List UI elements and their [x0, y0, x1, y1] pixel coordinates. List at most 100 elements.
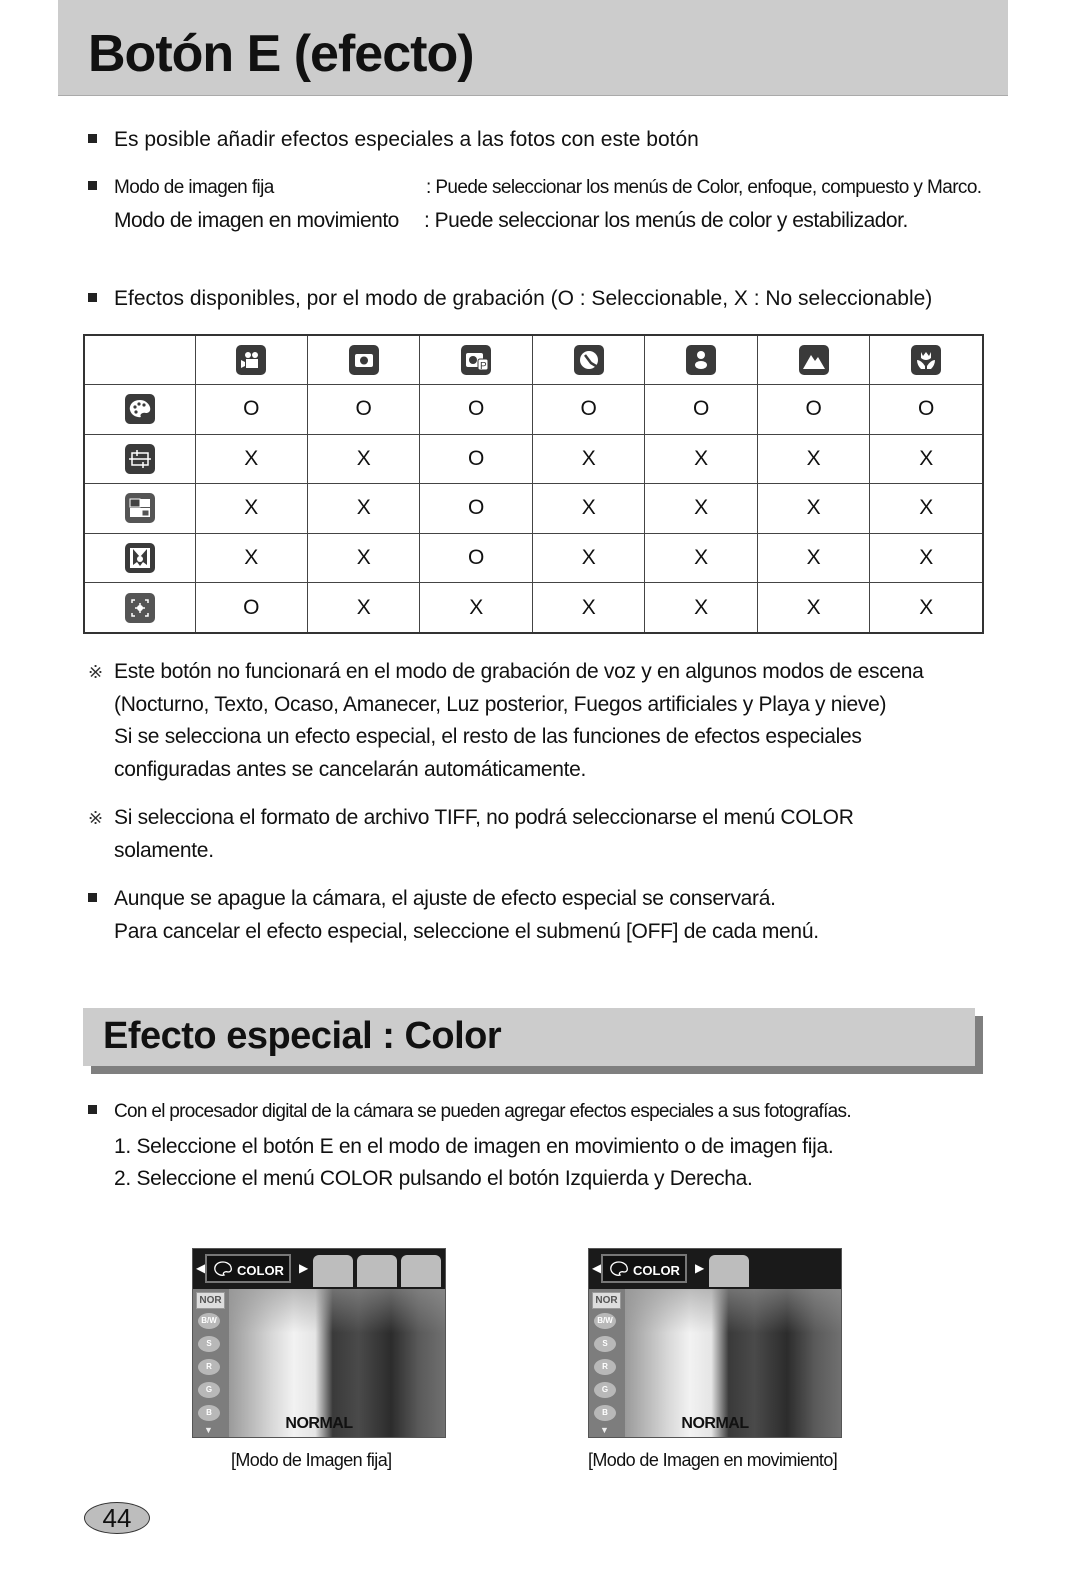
mode-desc: : Puede seleccionar los menús de Color, …: [426, 177, 982, 198]
color-palette-icon: [610, 1261, 628, 1276]
bullet-icon: [88, 181, 97, 191]
table-cell: O: [194, 384, 308, 435]
mode-label: Modo de imagen en movimiento: [114, 209, 399, 232]
table-cell: X: [306, 532, 421, 584]
table-cell: X: [756, 433, 871, 485]
table-cell: X: [531, 433, 646, 485]
table-intro: Efectos disponibles, por el modo de grab…: [88, 287, 932, 310]
table-row: X X O X X X X: [83, 532, 984, 584]
option-red: R: [594, 1359, 616, 1375]
menu-bar: ◀ COLOR ▶: [589, 1249, 841, 1289]
table-row: X X O X X X X: [83, 483, 984, 534]
caption-still: [Modo de Imagen fija]: [231, 1450, 392, 1470]
table-cell: X: [869, 433, 984, 485]
table-cell: X: [756, 582, 871, 634]
page-number: 44: [84, 1502, 150, 1534]
table-cell: X: [306, 433, 421, 485]
step-2: 2. Seleccione el menú COLOR pulsando el …: [114, 1167, 753, 1190]
composite-icon: [357, 1255, 397, 1287]
mode-label: Modo de imagen fija: [114, 177, 274, 198]
option-bw: B/W: [198, 1313, 220, 1329]
option-sepia: S: [198, 1336, 220, 1352]
left-arrow-icon: ◀: [196, 1261, 206, 1275]
landscape-icon: [798, 345, 829, 375]
movie-mode-icon: [236, 345, 267, 375]
table-cell: X: [531, 483, 646, 534]
bullet-icon: [88, 292, 97, 302]
table-cell: O: [419, 483, 533, 534]
table-cell: O: [869, 384, 984, 435]
table-cell: X: [194, 433, 308, 485]
color-tab: COLOR: [205, 1254, 291, 1283]
table-cell: X: [644, 532, 758, 584]
table-row: X X O X X X X: [83, 433, 984, 485]
table-header-row: P: [83, 334, 984, 385]
option-sepia: S: [594, 1336, 616, 1352]
camera-screen-movie: ◀ COLOR ▶ NOR B/W S R G B ▼ NORMAL: [588, 1248, 842, 1438]
mode-desc: : Puede seleccionar los menús de color y…: [424, 209, 908, 232]
table-cell: O: [644, 384, 758, 435]
table-cell: X: [194, 532, 308, 584]
status-label: NORMAL: [285, 1415, 353, 1432]
left-arrow-icon: ◀: [592, 1261, 602, 1275]
table-cell: O: [531, 384, 646, 435]
table-cell: X: [531, 532, 646, 584]
caption-movie: [Modo de Imagen en movimiento]: [588, 1450, 838, 1470]
table-cell: X: [306, 483, 421, 534]
night-scene-icon: [573, 345, 604, 375]
note-keep-setting: Aunque se apague la cámara, el ajuste de…: [88, 883, 819, 948]
section-header: Efecto especial : Color: [83, 1008, 975, 1066]
section-intro: Con el procesador digital de la cámara s…: [88, 1101, 852, 1123]
table-cell: X: [756, 532, 871, 584]
bullet-icon: [88, 1105, 97, 1115]
right-arrow-icon: ▶: [299, 1261, 309, 1275]
option-green: G: [594, 1382, 616, 1398]
table-row: O X X X X X X: [83, 582, 984, 634]
intro-text: Es posible añadir efectos especiales a l…: [88, 128, 699, 151]
table-cell: O: [419, 532, 533, 584]
option-bw: B/W: [594, 1313, 616, 1329]
svg-text:P: P: [480, 361, 487, 372]
camera-screen-still: ◀ COLOR ▶ NOR B/W S R G B ▼ NORMAL: [192, 1248, 446, 1438]
stabilizer-icon: [709, 1255, 749, 1287]
option-normal: NOR: [592, 1292, 621, 1309]
page-title: Botón E (efecto): [88, 25, 475, 83]
table-cell: X: [419, 582, 533, 634]
table-row: O O O O O O O: [83, 384, 984, 435]
table-cell: X: [644, 582, 758, 634]
focus-frame-icon: [124, 443, 155, 474]
section-title: Efecto especial : Color: [103, 1015, 502, 1057]
portrait-icon: [686, 345, 717, 375]
table-cell: X: [531, 582, 646, 634]
composite-icon: [124, 493, 155, 524]
table-cell: X: [306, 582, 421, 634]
note-scene-modes: ※ Este botón no funcionará en el modo de …: [88, 656, 924, 786]
table-cell: X: [869, 582, 984, 634]
status-label: NORMAL: [681, 1415, 749, 1432]
color-palette-icon: [124, 394, 155, 425]
mode-movie: Modo de imagen en movimiento : Puede sele…: [114, 209, 908, 232]
option-green: G: [198, 1382, 220, 1398]
option-red: R: [198, 1359, 220, 1375]
focus-frame-icon: [313, 1255, 353, 1287]
title-bar: Botón E (efecto): [58, 0, 1008, 96]
table-cell: X: [194, 483, 308, 534]
macro-icon: [911, 345, 942, 375]
color-palette-icon: [214, 1261, 232, 1276]
bullet-icon: [88, 892, 97, 902]
table-cell: O: [756, 384, 871, 435]
step-1: 1. Seleccione el botón E en el modo de i…: [114, 1135, 834, 1158]
note-mark-icon: ※: [88, 662, 103, 682]
corner-cell: [83, 334, 196, 385]
note-mark-icon: ※: [88, 808, 103, 828]
table-cell: X: [756, 483, 871, 534]
table-cell: O: [306, 384, 421, 435]
color-tab: COLOR: [601, 1254, 687, 1283]
auto-mode-icon: [348, 345, 379, 375]
right-arrow-icon: ▶: [695, 1261, 705, 1275]
photo-frame-icon: [124, 542, 155, 573]
table-cell: X: [869, 483, 984, 534]
table-cell: O: [194, 582, 308, 634]
mode-still: Modo de imagen fija : Puede seleccionar l…: [88, 177, 982, 199]
table-cell: X: [644, 483, 758, 534]
